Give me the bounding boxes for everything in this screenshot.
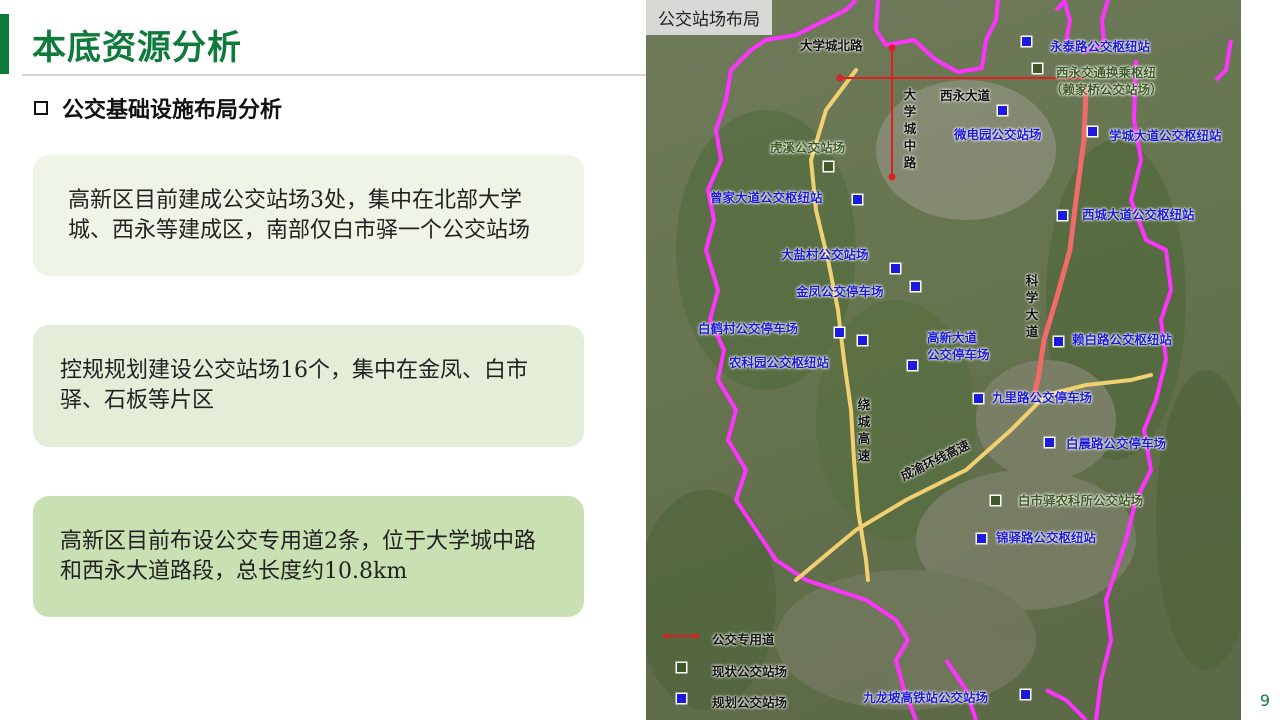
legend-bus-lane-node <box>663 633 669 639</box>
legend-bus-lane-label: 公交专用道 <box>712 632 775 647</box>
current-station-marker <box>1033 64 1042 73</box>
road-label-raocheng: 绕城高速 <box>857 397 871 463</box>
info-card-bus-lanes: 高新区目前布设公交专用道2条，位于大学城中路和西永大道路段，总长度约10.8km <box>33 496 584 617</box>
legend-planned-label: 规划公交站场 <box>712 695 788 710</box>
station-label-baishiyi: 白市驿农科所公交站场 <box>1018 493 1144 508</box>
bus-station-layout-map: 公交站场布局 大学城北路 大学城中路 西永大道 科学大道 绕城高速 成渝环线高速… <box>646 0 1241 720</box>
station-label-jiulongpo: 九龙坡高铁站公交站场 <box>863 690 989 705</box>
page-title: 本底资源分析 <box>32 28 242 68</box>
station-label-xuecheng: 学城大道公交枢纽站 <box>1109 128 1222 143</box>
planned-station-marker <box>891 264 900 273</box>
station-label-laijiaqiao: （赖家桥公交站场） <box>1050 82 1163 97</box>
road-label-daxuecheng-bei: 大学城北路 <box>800 38 863 53</box>
info-card-stations-built: 高新区目前建成公交站场3处，集中在北部大学城、西永等建成区，南部仅白市驿一个公交… <box>33 155 584 276</box>
station-label-gaoxin-2: 公交停车场 <box>927 347 990 362</box>
page-number: 9 <box>1259 691 1270 710</box>
station-label-xiyong-hub: 西永交通换乘枢纽 <box>1056 65 1157 80</box>
info-card-stations-planned: 控规规划建设公交站场16个，集中在金凤、白市驿、石板等片区 <box>33 325 584 447</box>
road-label-kexue: 科学大道 <box>1025 273 1039 339</box>
card-text: 高新区目前布设公交专用道2条，位于大学城中路和西永大道路段，总长度约10.8km <box>60 528 536 584</box>
planned-station-marker <box>853 195 862 204</box>
road-label-xiyong: 西永大道 <box>940 88 991 103</box>
planned-station-marker <box>908 361 917 370</box>
card-text: 高新区目前建成公交站场3处，集中在北部大学城、西永等建成区，南部仅白市驿一个公交… <box>68 187 531 243</box>
station-label-huxi: 虎溪公交站场 <box>770 140 846 155</box>
planned-station-marker <box>1045 438 1054 447</box>
card-text: 控规规划建设公交站场16个，集中在金凤、白市驿、石板等片区 <box>60 358 528 413</box>
current-station-marker <box>991 496 1000 505</box>
station-label-baichen: 白晨路公交停车场 <box>1066 436 1167 451</box>
planned-station-marker <box>974 394 983 403</box>
planned-station-marker <box>977 534 986 543</box>
station-label-jiuli: 九里路公交停车场 <box>992 390 1093 405</box>
title-accent-bar <box>0 14 9 74</box>
station-label-zengjia: 曾家大道公交枢纽站 <box>710 190 823 205</box>
planned-station-marker <box>1021 690 1030 699</box>
planned-station-marker <box>858 336 867 345</box>
planned-station-marker <box>1022 37 1031 46</box>
planned-station-marker <box>1054 337 1063 346</box>
title-divider <box>22 74 646 76</box>
road-label-daxuecheng-zhong: 大学城中路 <box>903 87 917 170</box>
planned-station-marker <box>998 106 1007 115</box>
station-label-jinyi: 锦驿路公交枢纽站 <box>996 530 1097 545</box>
station-label-gaoxin: 高新大道 <box>927 330 978 345</box>
station-label-laibai: 赖白路公交枢纽站 <box>1072 332 1173 347</box>
checkbox-bullet-icon <box>34 101 48 115</box>
station-label-weidianyuan: 微电园公交站场 <box>954 127 1042 142</box>
planned-station-marker <box>835 328 844 337</box>
station-label-baihecun: 白鹤村公交停车场 <box>698 321 799 336</box>
bus-lane-node <box>888 173 896 181</box>
section-label: 公交基础设施布局分析 <box>62 98 283 123</box>
bus-lane-node <box>836 74 844 82</box>
planned-station-marker <box>1088 127 1097 136</box>
station-label-xicheng: 西城大道公交枢纽站 <box>1082 207 1195 222</box>
station-label-dayancun: 大盐村公交站场 <box>781 247 869 262</box>
station-label-yongtai: 永泰路公交枢纽站 <box>1050 39 1151 54</box>
bus-lane-node <box>888 44 896 52</box>
legend-planned-marker <box>677 694 686 703</box>
station-label-jinfeng: 金凤公交停车场 <box>796 284 884 299</box>
legend-bus-lane-node <box>693 633 699 639</box>
section-heading: 公交基础设施布局分析 <box>34 92 282 124</box>
station-label-nongkeyuan: 农科园公交枢纽站 <box>729 355 830 370</box>
legend-current-marker <box>677 663 686 672</box>
planned-station-marker <box>911 282 920 291</box>
current-station-marker <box>824 162 833 171</box>
planned-station-marker <box>1058 211 1067 220</box>
map-title-tag: 公交站场布局 <box>646 0 772 35</box>
legend-current-label: 现状公交站场 <box>712 664 788 679</box>
